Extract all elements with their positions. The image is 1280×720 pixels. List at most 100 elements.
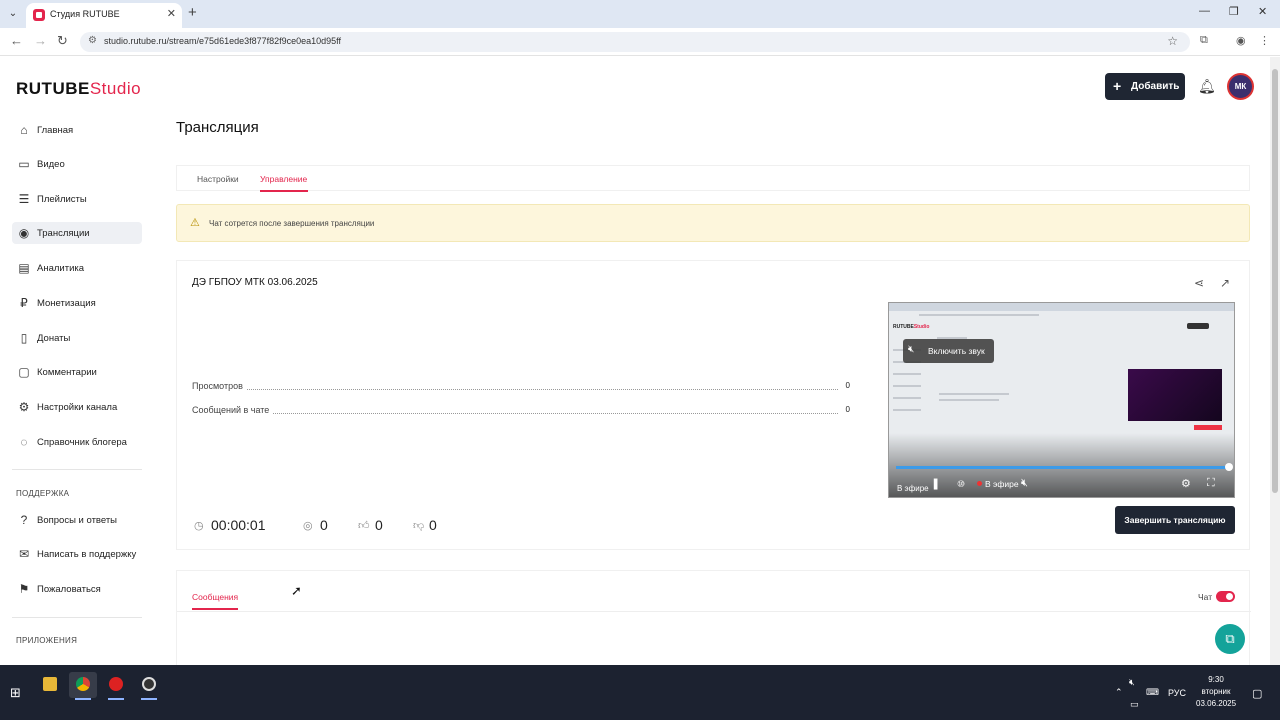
viewers-icon: ◎ — [303, 520, 313, 532]
scrollbar-thumb[interactable] — [1272, 69, 1278, 493]
share-icon[interactable]: ⋖ — [1194, 276, 1204, 290]
video-player[interactable]: RUTUBEStudio 🔇︎ Включить звук В эфире ❚ … — [888, 302, 1235, 498]
profile-icon[interactable]: ◉ — [1236, 34, 1246, 47]
address-bar[interactable]: ⚙ studio.rutube.ru/stream/e75d61ede3f877… — [80, 32, 1190, 52]
player-progress-bar[interactable] — [896, 463, 1233, 471]
unmute-button[interactable]: 🔇︎ Включить звук — [903, 339, 994, 363]
minimize-icon[interactable]: — — [1199, 5, 1210, 17]
broadcast-icon: ◉ — [18, 226, 30, 240]
page-title: Трансляция — [176, 119, 259, 136]
sidebar-item-faq[interactable]: ? Вопросы и ответы — [12, 509, 142, 531]
volume-mute-icon[interactable]: 🔇︎ — [1021, 477, 1028, 490]
notifications-icon[interactable]: ▢ — [1252, 687, 1262, 700]
sidebar-item-report[interactable]: ⚑ Пожаловаться — [12, 578, 142, 600]
dotted-leader — [192, 389, 838, 390]
end-stream-button[interactable]: Завершить трансляцию — [1115, 506, 1235, 534]
monetization-icon: ₽ — [20, 296, 28, 310]
chat-toggle[interactable] — [1216, 591, 1235, 602]
page-scrollbar[interactable] — [1270, 57, 1280, 665]
tab-management[interactable]: Управление — [260, 174, 307, 184]
active-app-indicator — [141, 698, 157, 700]
stream-counters: ◷ 00:00:01 ◎ 0 👍︎ 0 👎︎ 0 — [194, 516, 494, 536]
bookmark-star-icon[interactable]: ☆ — [1167, 34, 1178, 48]
taskbar-app-obs[interactable] — [135, 672, 163, 700]
close-tab-icon[interactable]: ✕ — [167, 7, 176, 20]
preview-button — [1187, 323, 1209, 329]
preview-line — [893, 385, 921, 387]
like-icon: 👍︎ — [358, 520, 370, 532]
active-tab-indicator — [260, 190, 308, 192]
site-info-icon[interactable]: ⚙ — [88, 35, 97, 46]
player-live-label-small: В эфире — [897, 484, 929, 493]
progress-knob[interactable] — [1225, 463, 1233, 471]
keyboard-icon[interactable]: ⌨ — [1146, 687, 1159, 698]
taskbar-chrome[interactable] — [69, 672, 97, 700]
stat-views: Просмотров 0 — [192, 381, 850, 391]
sidebar-item-video[interactable]: ▭ Видео — [12, 153, 142, 175]
back-icon[interactable]: ← — [10, 33, 23, 48]
tab-messages[interactable]: Сообщения — [192, 592, 238, 602]
sidebar-item-analytics[interactable]: ▤ Аналитика — [12, 257, 142, 279]
preview-line — [893, 397, 921, 399]
sidebar-item-donations[interactable]: ▯ Донаты — [12, 327, 142, 349]
sidebar-item-channel-settings[interactable]: ⚙ Настройки канала — [12, 396, 142, 418]
chat-toggle-label: Чат — [1198, 592, 1213, 602]
folder-icon — [43, 677, 57, 691]
settings-gear-icon[interactable]: ⚙ — [1181, 477, 1191, 490]
restore-icon[interactable]: ❐ — [1229, 5, 1239, 18]
bell-icon[interactable]: 🔔︎ — [1198, 78, 1216, 95]
tray-volume-mute-icon[interactable]: 🔇︎ — [1129, 677, 1135, 688]
forward-icon[interactable]: → — [34, 33, 47, 48]
new-tab-icon[interactable]: + — [188, 4, 197, 21]
taskbar-app-red[interactable] — [102, 672, 130, 700]
preview-thumbnail — [1128, 369, 1222, 421]
active-app-indicator — [108, 698, 124, 700]
support-chat-icon[interactable]: ⧉ — [1215, 624, 1245, 654]
viewers-count: 0 — [320, 517, 328, 533]
close-window-icon[interactable]: ✕ — [1258, 5, 1267, 18]
browser-toolbar: ← → ↻ ⚙ studio.rutube.ru/stream/e75d61ed… — [0, 28, 1280, 56]
preview-line — [919, 314, 1039, 316]
add-button[interactable]: + Добавить — [1105, 73, 1185, 100]
fullscreen-icon[interactable]: ⛶ — [1207, 477, 1215, 490]
plus-icon: + — [1113, 78, 1122, 94]
sidebar-item-blogger-guide[interactable]: ◌ Справочник блогера — [12, 431, 142, 453]
dislike-icon: 👎︎ — [413, 520, 425, 532]
rewind-10-icon[interactable]: ⑩ — [957, 479, 965, 490]
tab-settings[interactable]: Настройки — [197, 174, 239, 184]
player-live-indicator[interactable]: В эфире — [977, 479, 1019, 489]
clock-icon: ◷ — [194, 520, 204, 532]
donate-icon: ▯ — [20, 331, 28, 345]
chat-divider — [177, 611, 1251, 612]
taskbar-explorer[interactable] — [36, 672, 64, 698]
chat-warning-alert: ⚠ Чат сотрется после завершения трансляц… — [176, 204, 1250, 242]
avatar[interactable]: МК — [1227, 73, 1254, 100]
chrome-icon — [76, 677, 90, 691]
stat-chat-messages: Сообщений в чате 0 — [192, 405, 850, 415]
active-tab-indicator — [192, 608, 238, 610]
external-link-icon[interactable]: ↗ — [1220, 276, 1230, 290]
tray-clock[interactable]: 9:30 вторник 03.06.2025 — [1196, 674, 1236, 710]
sidebar-item-playlists[interactable]: ☰ Плейлисты — [12, 188, 142, 210]
studio-page: RUTUBEStudio + Добавить 🔔︎ МК ⌂ Главная … — [0, 57, 1270, 665]
play-pause-icon[interactable]: ❚ — [931, 477, 940, 490]
tab-search-icon[interactable]: ⌄ — [6, 7, 20, 21]
sidebar-item-monetization[interactable]: ₽ Монетизация — [12, 292, 142, 314]
browser-tab[interactable]: Студия RUTUBE ✕ — [26, 3, 182, 28]
network-icon[interactable]: ▭ — [1130, 699, 1139, 710]
tray-language[interactable]: РУС — [1168, 688, 1186, 698]
apps-heading: ПРИЛОЖЕНИЯ — [16, 636, 78, 645]
reload-icon[interactable]: ↻ — [57, 33, 68, 49]
extensions-icon[interactable]: ⧉ — [1200, 34, 1208, 47]
obs-icon — [142, 677, 156, 691]
menu-kebab-icon[interactable]: ⋮ — [1259, 34, 1270, 47]
windows-start-icon[interactable]: ⊞ — [10, 685, 21, 701]
browser-tab-title: Студия RUTUBE — [50, 9, 120, 19]
rutube-studio-logo[interactable]: RUTUBEStudio — [16, 79, 141, 99]
tray-chevron-up-icon[interactable]: ⌃ — [1115, 687, 1123, 698]
question-icon: ? — [20, 513, 28, 527]
sidebar-item-home[interactable]: ⌂ Главная — [12, 119, 142, 141]
sidebar-item-contact-support[interactable]: ✉ Написать в поддержку — [12, 543, 142, 565]
sidebar-item-broadcasts[interactable]: ◉ Трансляции — [12, 222, 142, 244]
sidebar-item-comments[interactable]: ▢ Комментарии — [12, 361, 142, 383]
